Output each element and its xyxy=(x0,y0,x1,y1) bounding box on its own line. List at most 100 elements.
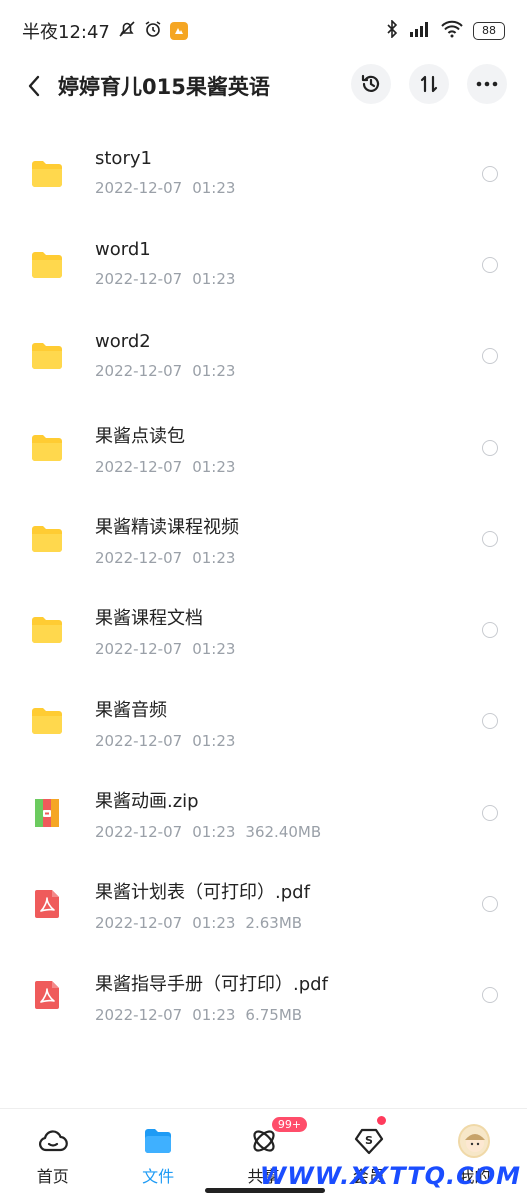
list-item[interactable]: word2 2022-12-07 01:23 xyxy=(0,311,527,402)
folder-icon xyxy=(142,1125,174,1157)
signal-icon xyxy=(409,20,431,42)
file-date: 2022-12-07 xyxy=(95,1005,183,1024)
file-name: 果酱点读包 xyxy=(95,425,185,447)
wifi-icon xyxy=(441,20,463,42)
file-text: 果酱指导手册（可打印）.pdf 2022-12-07 01:23 6.75MB xyxy=(95,970,328,1024)
file-time: 01:23 xyxy=(192,1005,236,1024)
list-item[interactable]: story1 2022-12-07 01:23 xyxy=(0,128,527,219)
file-time: 01:23 xyxy=(192,823,236,842)
file-time: 01:23 xyxy=(192,361,236,380)
file-meta: 2022-12-07 01:23 xyxy=(95,362,235,380)
more-dots-icon xyxy=(476,81,498,87)
page-title: 婷婷育儿015果酱英语 xyxy=(58,75,270,99)
status-bar: 半夜12:47 88 xyxy=(0,0,527,62)
file-meta: 2022-12-07 01:23 6.75MB xyxy=(95,1006,328,1024)
folder-icon xyxy=(32,434,62,461)
select-radio[interactable] xyxy=(482,165,498,182)
file-time: 01:23 xyxy=(192,731,236,750)
select-radio[interactable] xyxy=(482,804,498,821)
list-item[interactable]: 果酱指导手册（可打印）.pdf 2022-12-07 01:23 6.75MB xyxy=(0,950,527,1041)
status-left: 半夜12:47 xyxy=(22,18,188,44)
select-radio[interactable] xyxy=(482,622,498,639)
bluetooth-icon xyxy=(385,19,399,42)
sort-button[interactable] xyxy=(409,64,449,104)
file-meta: 2022-12-07 01:23 362.40MB xyxy=(95,823,321,841)
svg-text:S: S xyxy=(365,1134,373,1147)
file-date: 2022-12-07 xyxy=(95,640,183,659)
zip-archive-icon xyxy=(35,798,59,827)
file-text: 果酱动画.zip 2022-12-07 01:23 362.40MB xyxy=(95,787,321,841)
notification-dot xyxy=(377,1116,387,1125)
file-size: 362.40MB xyxy=(245,823,322,842)
file-time: 01:23 xyxy=(192,640,236,659)
file-text: word1 2022-12-07 01:23 xyxy=(95,239,235,288)
file-name: 果酱精读课程视频 xyxy=(95,517,239,539)
file-time: 01:23 xyxy=(192,179,236,197)
file-date: 2022-12-07 xyxy=(95,457,183,476)
list-item[interactable]: 果酱课程文档 2022-12-07 01:23 xyxy=(0,584,527,675)
nav-item-files[interactable]: 文件 xyxy=(105,1109,210,1200)
sort-icon xyxy=(420,75,438,93)
chevron-left-icon xyxy=(28,75,40,97)
file-text: 果酱音频 2022-12-07 01:23 xyxy=(95,696,235,750)
sub-header-peek xyxy=(0,110,527,128)
folder-icon xyxy=(32,708,62,735)
file-meta: 2022-12-07 01:23 xyxy=(95,732,235,750)
header-actions xyxy=(351,64,507,104)
vip-diamond-icon: S xyxy=(353,1125,385,1157)
list-item[interactable]: 果酱精读课程视频 2022-12-07 01:23 xyxy=(0,493,527,584)
file-meta: 2022-12-07 01:23 xyxy=(95,549,239,567)
file-name: 果酱计划表（可打印）.pdf xyxy=(95,882,310,904)
file-time: 01:23 xyxy=(192,914,236,933)
select-radio[interactable] xyxy=(482,439,498,456)
file-time: 01:23 xyxy=(192,549,236,568)
file-date: 2022-12-07 xyxy=(95,914,183,933)
select-radio[interactable] xyxy=(482,530,498,547)
nav-item-home[interactable]: 首页 xyxy=(0,1109,105,1200)
file-size: 6.75MB xyxy=(245,1005,303,1024)
file-meta: 2022-12-07 01:23 xyxy=(95,640,235,658)
file-name: word2 xyxy=(95,330,151,352)
file-name: story1 xyxy=(95,148,152,169)
file-name: word1 xyxy=(95,239,151,261)
pdf-icon xyxy=(35,981,59,1010)
file-time: 01:23 xyxy=(192,270,236,289)
file-date: 2022-12-07 xyxy=(95,549,183,568)
list-item[interactable]: 果酱动画.zip 2022-12-07 01:23 362.40MB xyxy=(0,767,527,858)
list-item[interactable]: word1 2022-12-07 01:23 xyxy=(0,219,527,310)
file-meta: 2022-12-07 01:23 2.63MB xyxy=(95,914,310,932)
select-radio[interactable] xyxy=(482,987,498,1004)
file-text: 果酱计划表（可打印）.pdf 2022-12-07 01:23 2.63MB xyxy=(95,878,310,932)
file-name: 果酱课程文档 xyxy=(95,608,203,630)
file-date: 2022-12-07 xyxy=(95,270,183,289)
select-radio[interactable] xyxy=(482,256,498,273)
file-name: 果酱动画.zip xyxy=(95,791,199,813)
folder-icon xyxy=(32,251,62,278)
back-button[interactable] xyxy=(12,64,56,108)
folder-icon xyxy=(32,160,62,187)
file-meta: 2022-12-07 01:23 xyxy=(95,458,235,476)
more-button[interactable] xyxy=(467,64,507,104)
file-text: 果酱课程文档 2022-12-07 01:23 xyxy=(95,604,235,658)
file-text: 果酱精读课程视频 2022-12-07 01:23 xyxy=(95,513,239,567)
battery-indicator: 88 xyxy=(473,22,505,40)
avatar-icon xyxy=(458,1124,491,1158)
list-item[interactable]: 果酱音频 2022-12-07 01:23 xyxy=(0,676,527,767)
list-item[interactable]: 果酱计划表（可打印）.pdf 2022-12-07 01:23 2.63MB xyxy=(0,858,527,949)
mute-bell-icon xyxy=(118,20,136,43)
file-text: word2 2022-12-07 01:23 xyxy=(95,331,235,380)
list-item[interactable]: 果酱点读包 2022-12-07 01:23 xyxy=(0,402,527,493)
select-radio[interactable] xyxy=(482,348,498,365)
alarm-clock-icon xyxy=(144,20,162,43)
history-button[interactable] xyxy=(351,64,391,104)
file-list: story1 2022-12-07 01:23 word1 2022-12-07 0… xyxy=(0,128,527,1041)
file-name: 果酱音频 xyxy=(95,699,167,721)
home-cloud-icon xyxy=(37,1125,69,1157)
file-text: 果酱点读包 2022-12-07 01:23 xyxy=(95,422,235,476)
select-radio[interactable] xyxy=(482,896,498,913)
header-bar: 婷婷育儿015果酱英语 xyxy=(0,62,527,110)
file-meta: 2022-12-07 01:23 xyxy=(95,179,235,197)
file-meta: 2022-12-07 01:23 xyxy=(95,270,235,288)
select-radio[interactable] xyxy=(482,713,498,730)
file-date: 2022-12-07 xyxy=(95,361,183,380)
